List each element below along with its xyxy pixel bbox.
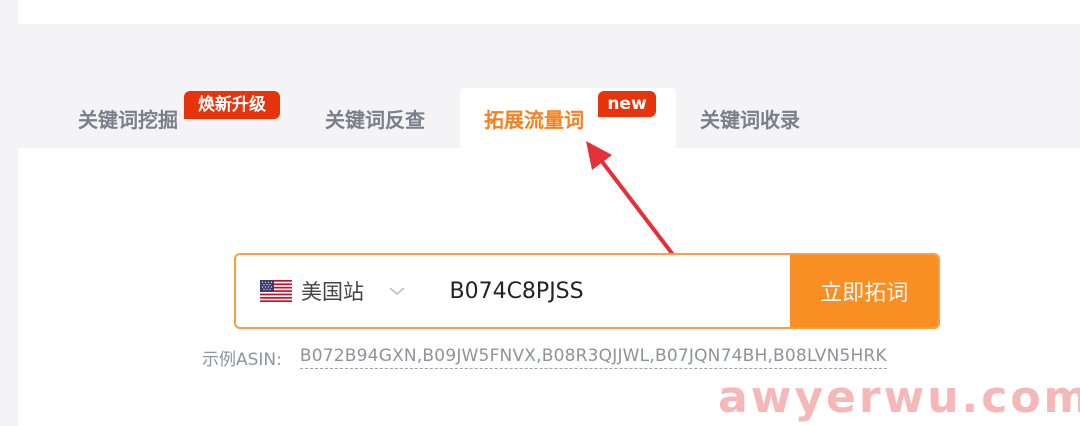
expand-words-button[interactable]: 立即拓词 [790, 255, 938, 327]
tab-keyword-reverse-lookup-label: 关键词反查 [325, 107, 425, 132]
tab-keyword-reverse-lookup[interactable]: 关键词反查 [325, 88, 425, 148]
tab-keyword-indexing-label: 关键词收录 [700, 107, 800, 132]
example-asin-values[interactable]: B072B94GXN,B09JW5FNVX,B08R3QJJWL,B07JQN7… [299, 346, 887, 369]
chevron-down-icon [389, 287, 405, 296]
asin-input[interactable] [431, 255, 791, 327]
site-select-label: 美国站 [301, 280, 364, 304]
watermark: awyerwu.com [718, 372, 1080, 423]
tab-keyword-mining[interactable]: 关键词挖掘 [78, 88, 178, 148]
site-select[interactable]: 美国站 [236, 255, 431, 327]
tab-keyword-indexing[interactable]: 关键词收录 [700, 88, 800, 148]
tab-expand-traffic-words-label: 拓展流量词 [484, 107, 584, 132]
example-asin-label: 示例ASIN: [202, 349, 282, 370]
tab-bar: 关键词挖掘 焕新升级 关键词反查 拓展流量词 new 关键词收录 [0, 0, 1080, 150]
search-box: 美国站 立即拓词 [234, 253, 940, 329]
tab-keyword-mining-label: 关键词挖掘 [78, 107, 178, 132]
upgrade-badge: 焕新升级 [184, 91, 280, 119]
annotation-arrow-icon [586, 141, 679, 262]
new-badge: new [598, 91, 656, 117]
us-flag-icon [260, 280, 292, 302]
example-asin-row: 示例ASIN: B072B94GXN,B09JW5FNVX,B08R3QJJWL… [202, 344, 887, 370]
